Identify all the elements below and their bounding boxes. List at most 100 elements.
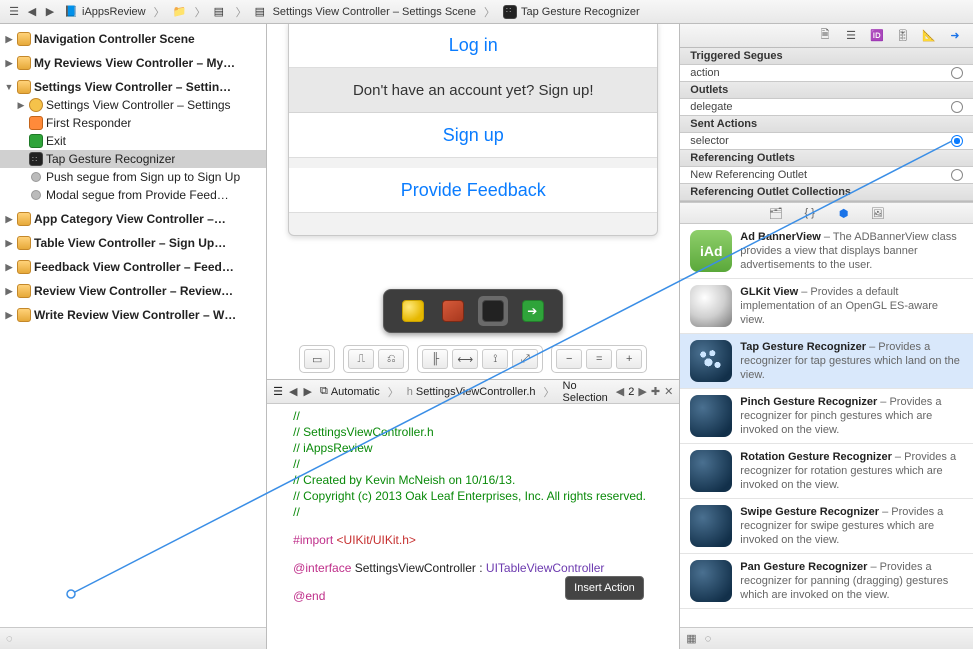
counter-label: 2 [628, 386, 634, 398]
disclosure-triangle-icon[interactable]: ▶ [4, 214, 14, 225]
selection-item[interactable]: No Selection [561, 380, 610, 404]
outline-row[interactable]: ▼Settings View Controller – Settin… [0, 78, 266, 96]
disclosure-triangle-icon[interactable]: ▶ [16, 100, 26, 111]
jumpbar-object[interactable]: Tap Gesture Recognizer [499, 0, 644, 23]
outline-row[interactable]: ▶Feedback View Controller – Feed… [0, 258, 266, 276]
object-library-list[interactable]: iAdAd BannerView – The ADBannerView clas… [680, 224, 973, 627]
outline-row[interactable]: Modal segue from Provide Feed… [0, 186, 266, 204]
layout-issues-button[interactable]: ⟟ [482, 349, 508, 369]
dock-tap-gesture-icon[interactable] [478, 296, 508, 326]
zoom-in-button[interactable]: + [616, 349, 642, 369]
jumpbar-storyboard[interactable]: ▤ [210, 0, 232, 23]
connection-port-icon[interactable] [951, 169, 963, 181]
forward-icon[interactable]: ▶ [304, 385, 312, 398]
back-icon[interactable]: ◀ [289, 385, 297, 398]
identity-inspector-icon[interactable]: 🆔 [869, 28, 885, 44]
connection-port-icon[interactable] [951, 135, 963, 147]
outline-row[interactable]: First Responder [0, 114, 266, 132]
jumpbar-scene[interactable]: ▤ Settings View Controller – Settings Sc… [251, 0, 480, 23]
outline-row[interactable]: ▶ Settings View Controller – Settings [0, 96, 266, 114]
connection-row[interactable]: delegate [680, 99, 973, 115]
filter-icon[interactable]: ◌ [6, 633, 13, 645]
source-editor[interactable]: // // SettingsViewController.h // iAppsR… [267, 404, 679, 649]
document-outline: ▶Navigation Controller Scene ▶My Reviews … [0, 24, 267, 649]
related-items-icon[interactable]: ☰ [6, 4, 22, 20]
connection-port-icon[interactable] [951, 67, 963, 79]
outline-label: Exit [46, 134, 66, 148]
disclosure-triangle-icon[interactable]: ▶ [4, 286, 14, 297]
cell-signup[interactable]: Sign up [289, 113, 657, 158]
connection-row[interactable]: action [680, 65, 973, 81]
zoom-out-button[interactable]: − [556, 349, 582, 369]
scene-icon [16, 55, 32, 71]
outline-row[interactable]: ▶App Category View Controller –… [0, 210, 266, 228]
disclosure-triangle-icon[interactable]: ▶ [4, 310, 14, 321]
outline-label: Settings View Controller – Settings [46, 98, 231, 112]
outline-row[interactable]: ▶Write Review View Controller – W… [0, 306, 266, 324]
size-inspector-icon[interactable]: 📐 [921, 28, 937, 44]
library-item[interactable]: Swipe Gesture Recognizer – Provides a re… [680, 499, 973, 554]
attributes-inspector-icon[interactable]: 🎚 [895, 28, 911, 44]
mode-automatic[interactable]: ⧉ Automatic [318, 385, 382, 398]
file-inspector-icon[interactable]: 🗎 [817, 28, 833, 44]
layout-pin-button[interactable]: ⟷ [452, 349, 478, 369]
grid-view-icon[interactable]: ▦ [686, 632, 696, 645]
align-button[interactable]: ▭ [304, 349, 330, 369]
outline-row[interactable]: ▶Navigation Controller Scene [0, 30, 266, 48]
quick-help-icon[interactable]: ☰ [843, 28, 859, 44]
connection-port-icon[interactable] [951, 101, 963, 113]
outline-row[interactable]: ▶Table View Controller – Sign Up… [0, 234, 266, 252]
prev-counterpart-icon[interactable]: ◀ [616, 385, 624, 398]
media-library-icon[interactable]: 🖼 [870, 205, 886, 221]
outline-row[interactable]: ▶Review View Controller – Review… [0, 282, 266, 300]
layout-align-button[interactable]: ╟ [422, 349, 448, 369]
library-item-text: Ad BannerView – The ADBannerView class p… [740, 230, 963, 272]
disclosure-triangle-icon[interactable]: ▼ [4, 82, 14, 92]
forward-icon[interactable]: ▶ [42, 4, 58, 20]
cell-login[interactable]: Log in [289, 24, 657, 68]
file-template-library-icon[interactable]: 🗂 [768, 205, 784, 221]
layout-resize-button[interactable]: ⤢ [512, 349, 538, 369]
insert-action-tooltip: Insert Action [565, 576, 644, 600]
utilities-panel: 🗎 ☰ 🆔 🎚 📐 ➜ Triggered SeguesactionOutlet… [680, 24, 973, 649]
jumpbar-project[interactable]: 📘 iAppsReview [60, 0, 150, 23]
zoom-fit-button[interactable]: = [586, 349, 612, 369]
disclosure-triangle-icon[interactable]: ▶ [4, 238, 14, 249]
code-snippet-library-icon[interactable]: { } [802, 205, 818, 221]
back-icon[interactable]: ◀ [24, 4, 40, 20]
dock-first-responder-icon[interactable] [438, 296, 468, 326]
outline-list[interactable]: ▶Navigation Controller Scene ▶My Reviews … [0, 24, 266, 627]
library-item[interactable]: Pinch Gesture Recognizer – Provides a re… [680, 389, 973, 444]
library-item[interactable]: Tap Gesture Recognizer – Provides a reco… [680, 334, 973, 389]
library-item[interactable]: Pan Gesture Recognizer – Provides a reco… [680, 554, 973, 609]
close-assistant-icon[interactable]: ✕ [664, 385, 673, 398]
library-item[interactable]: Rotation Gesture Recognizer – Provides a… [680, 444, 973, 499]
disclosure-triangle-icon[interactable]: ▶ [4, 34, 14, 45]
connection-label: New Referencing Outlet [690, 169, 807, 181]
filter-icon[interactable]: ◌ [705, 633, 712, 645]
file-item[interactable]: h SettingsViewController.h [405, 386, 538, 398]
connections-inspector-icon[interactable]: ➜ [947, 28, 963, 44]
jumpbar-folder[interactable]: 📁 [169, 0, 191, 23]
outline-row[interactable]: Push segue from Sign up to Sign Up [0, 168, 266, 186]
related-items-icon[interactable]: ☰ [273, 385, 283, 398]
outline-row[interactable]: ▶My Reviews View Controller – My… [0, 54, 266, 72]
library-item[interactable]: GLKit View – Provides a default implemen… [680, 279, 973, 334]
resolve-button[interactable]: ⎌ [378, 349, 404, 369]
next-counterpart-icon[interactable]: ▶ [638, 385, 646, 398]
outline-row[interactable]: Tap Gesture Recognizer [0, 150, 266, 168]
disclosure-triangle-icon[interactable]: ▶ [4, 58, 14, 69]
dock-view-controller-icon[interactable] [398, 296, 428, 326]
connections-panel: Triggered SeguesactionOutletsdelegateSen… [680, 48, 973, 202]
connection-row[interactable]: New Referencing Outlet [680, 167, 973, 183]
outline-row[interactable]: Exit [0, 132, 266, 150]
dock-exit-icon[interactable] [518, 296, 548, 326]
object-library-icon[interactable]: ⬢ [836, 205, 852, 221]
add-assistant-icon[interactable]: ✚ [651, 385, 660, 398]
interface-builder-canvas[interactable]: Log in Don't have an account yet? Sign u… [267, 24, 679, 379]
connection-row[interactable]: selector [680, 133, 973, 149]
library-item[interactable]: iAdAd BannerView – The ADBannerView clas… [680, 224, 973, 279]
cell-feedback[interactable]: Provide Feedback [289, 168, 657, 213]
disclosure-triangle-icon[interactable]: ▶ [4, 262, 14, 273]
pin-button[interactable]: ⎍ [348, 349, 374, 369]
